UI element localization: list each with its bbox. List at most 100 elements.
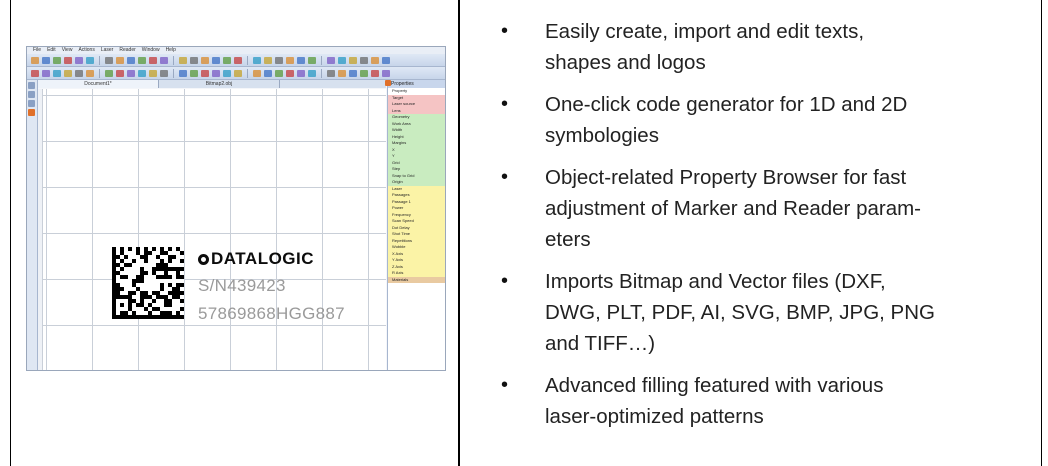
toolbar-tool-icon[interactable]	[308, 56, 316, 64]
toolbar-tool-icon[interactable]	[149, 69, 157, 77]
datamatrix-module	[168, 259, 172, 263]
toolbar-tool-icon[interactable]	[338, 69, 346, 77]
toolbar-tool-icon[interactable]	[75, 56, 83, 64]
toolbar-tool-icon[interactable]	[297, 69, 305, 77]
datamatrix-module	[160, 287, 164, 291]
screenshot-doc-tabs: Document1* Bitmap2.obj	[38, 80, 386, 88]
doc-tab: Document1*	[38, 80, 159, 88]
toolbar-tool-icon[interactable]	[264, 56, 272, 64]
toolbar-tool-icon[interactable]	[275, 56, 283, 64]
toolbar-tool-icon[interactable]	[297, 56, 305, 64]
toolbar-tool-icon[interactable]	[42, 56, 50, 64]
doc-tab: Bitmap2.obj	[159, 80, 280, 88]
feature-text-line: Imports Bitmap and Vector files (DXF,	[545, 270, 886, 293]
datamatrix-module	[152, 299, 156, 303]
tool-strip-icon[interactable]	[28, 100, 35, 107]
datamatrix-module	[180, 283, 184, 287]
toolbar-separator	[321, 68, 322, 78]
screenshot-toolbar-2	[27, 67, 445, 80]
toolbar-tool-icon[interactable]	[179, 69, 187, 77]
toolbar-tool-icon[interactable]	[42, 69, 50, 77]
toolbar-tool-icon[interactable]	[127, 69, 135, 77]
toolbar-tool-icon[interactable]	[116, 69, 124, 77]
datalogic-logo: DATALOGIC	[198, 249, 314, 269]
datamatrix-module	[180, 315, 184, 319]
toolbar-tool-icon[interactable]	[160, 69, 168, 77]
toolbar-tool-icon[interactable]	[338, 56, 346, 64]
logo-text: DATALOGIC	[211, 249, 315, 268]
toolbar-tool-icon[interactable]	[160, 56, 168, 64]
toolbar-tool-icon[interactable]	[349, 56, 357, 64]
toolbar-tool-icon[interactable]	[149, 56, 157, 64]
property-row[interactable]: Materials	[388, 276, 445, 283]
feature-text-line: shapes and logos	[545, 51, 706, 74]
toolbar-tool-icon[interactable]	[64, 56, 72, 64]
toolbar-tool-icon[interactable]	[327, 69, 335, 77]
toolbar-tool-icon[interactable]	[138, 56, 146, 64]
toolbar-tool-icon[interactable]	[275, 69, 283, 77]
datamatrix-module	[140, 279, 144, 283]
feature-text-line: adjustment of Marker and Reader param-	[545, 197, 922, 220]
toolbar-tool-icon[interactable]	[223, 69, 231, 77]
toolbar-tool-icon[interactable]	[308, 69, 316, 77]
toolbar-tool-icon[interactable]	[75, 69, 83, 77]
datamatrix-module	[180, 251, 184, 255]
datamatrix-module	[152, 247, 156, 251]
toolbar-tool-icon[interactable]	[253, 56, 261, 64]
serial-number-text: S/N439423	[198, 276, 286, 295]
toolbar-tool-icon[interactable]	[212, 69, 220, 77]
toolbar-tool-icon[interactable]	[31, 69, 39, 77]
toolbar-tool-icon[interactable]	[382, 56, 390, 64]
toolbar-tool-icon[interactable]	[201, 69, 209, 77]
toolbar-tool-icon[interactable]	[53, 56, 61, 64]
datamatrix-module	[180, 267, 184, 271]
toolbar-tool-icon[interactable]	[212, 56, 220, 64]
toolbar-tool-icon[interactable]	[138, 69, 146, 77]
feature-item: • Object-related Property Browser for fas…	[497, 162, 997, 255]
toolbar-tool-icon[interactable]	[105, 69, 113, 77]
toolbar-tool-icon[interactable]	[86, 56, 94, 64]
toolbar-tool-icon[interactable]	[64, 69, 72, 77]
toolbar-tool-icon[interactable]	[360, 69, 368, 77]
toolbar-tool-icon[interactable]	[234, 69, 242, 77]
toolbar-tool-icon[interactable]	[327, 56, 335, 64]
toolbar-tool-icon[interactable]	[31, 56, 39, 64]
feature-text-line: eters	[545, 228, 591, 251]
toolbar-separator	[173, 55, 174, 65]
tool-strip-icon[interactable]	[28, 91, 35, 98]
feature-text-line: laser-optimized patterns	[545, 405, 764, 428]
toolbar-tool-icon[interactable]	[286, 56, 294, 64]
toolbar-tool-icon[interactable]	[264, 69, 272, 77]
toolbar-tool-icon[interactable]	[127, 56, 135, 64]
screenshot-canvas: DATALOGIC S/N439423 57869868HGG887	[38, 89, 386, 370]
toolbar-tool-icon[interactable]	[382, 69, 390, 77]
screenshot-tool-strip	[27, 80, 38, 370]
toolbar-tool-icon[interactable]	[253, 69, 261, 77]
toolbar-tool-icon[interactable]	[234, 56, 242, 64]
feature-text-line: DWG, PLT, PDF, AI, SVG, BMP, JPG, PNG	[545, 301, 935, 324]
datamatrix-module	[132, 259, 136, 263]
tool-strip-icon[interactable]	[28, 82, 35, 89]
toolbar-tool-icon[interactable]	[349, 69, 357, 77]
toolbar-tool-icon[interactable]	[86, 69, 94, 77]
tool-strip-icon[interactable]	[28, 109, 35, 116]
datamatrix-module	[124, 255, 128, 259]
toolbar-tool-icon[interactable]	[53, 69, 61, 77]
toolbar-tool-icon[interactable]	[223, 56, 231, 64]
toolbar-tool-icon[interactable]	[190, 56, 198, 64]
toolbar-tool-icon[interactable]	[286, 69, 294, 77]
toolbar-tool-icon[interactable]	[371, 69, 379, 77]
datamatrix-module	[180, 275, 184, 279]
datalogic-logo-mark-icon	[198, 254, 209, 265]
toolbar-tool-icon[interactable]	[116, 56, 124, 64]
screenshot-toolbar-1	[27, 54, 445, 67]
bullet-icon: •	[501, 166, 509, 188]
toolbar-tool-icon[interactable]	[105, 56, 113, 64]
toolbar-tool-icon[interactable]	[201, 56, 209, 64]
toolbar-tool-icon[interactable]	[190, 69, 198, 77]
toolbar-tool-icon[interactable]	[179, 56, 187, 64]
toolbar-tool-icon[interactable]	[371, 56, 379, 64]
toolbar-separator	[173, 68, 174, 78]
bullet-icon: •	[501, 270, 509, 292]
toolbar-tool-icon[interactable]	[360, 56, 368, 64]
